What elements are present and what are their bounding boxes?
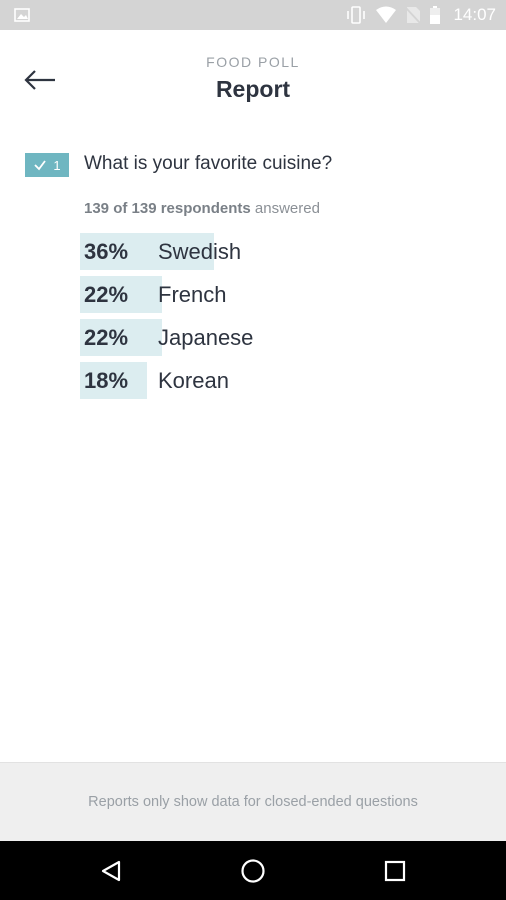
footer-note: Reports only show data for closed-ended … (0, 762, 506, 841)
answer-label: Japanese (158, 325, 254, 350)
answer-option: 18% Korean (80, 362, 480, 399)
poll-name: FOOD POLL (206, 54, 300, 70)
question-text: What is your favorite cuisine? (84, 153, 333, 174)
circle-home-icon (241, 858, 265, 883)
answer-label: Korean (158, 368, 229, 393)
answer-option: 22% French (80, 276, 480, 313)
no-sim-icon (405, 7, 422, 24)
answer-label: French (158, 282, 227, 307)
answer-percent: 22% (84, 325, 129, 350)
page-title: Report (215, 76, 291, 102)
nav-recents-button[interactable] (365, 841, 425, 900)
nav-back-button[interactable] (81, 841, 141, 900)
header: FOOD POLL Report (0, 30, 506, 120)
vibrate-icon (347, 6, 366, 24)
answer-option: 22% Japanese (80, 319, 480, 356)
question-number: 1 (53, 157, 61, 173)
gallery-icon (14, 8, 30, 22)
square-recents-icon (384, 860, 406, 881)
triangle-back-icon (101, 860, 121, 881)
checkmark-icon (34, 160, 47, 171)
answer-percent: 22% (84, 282, 129, 307)
status-bar: 14:07 (0, 0, 506, 30)
answer-percent: 18% (84, 368, 129, 393)
respondents-summary: 139 of 139 respondents answered (84, 200, 320, 217)
respondents-count: 139 of 139 respondents (84, 200, 251, 217)
answer-options: 36% Swedish 22% French 22% Japanese 18% Korean (80, 233, 480, 405)
respondents-suffix: answered (254, 200, 320, 217)
answer-percent: 36% (84, 239, 129, 264)
battery-icon (430, 6, 441, 24)
system-nav-bar (0, 841, 506, 900)
answer-label: Swedish (158, 239, 242, 264)
nav-home-button[interactable] (223, 841, 283, 900)
answer-option: 36% Swedish (80, 233, 480, 270)
status-icons: 14:07 (345, 0, 496, 30)
status-time: 14:07 (453, 5, 496, 24)
footer-note-text: Reports only show data for closed-ended … (88, 794, 418, 810)
question-badge: 1 (25, 153, 69, 177)
wifi-icon (376, 6, 397, 23)
